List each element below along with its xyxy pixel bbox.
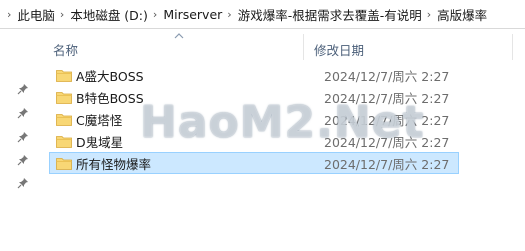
pin-icon[interactable] xyxy=(17,83,29,95)
pin-icon[interactable] xyxy=(17,131,29,143)
breadcrumb-chevron-icon[interactable]: › xyxy=(422,8,437,21)
file-row[interactable]: A盛大BOSS 2024/12/7/周六 2:27 xyxy=(49,64,459,86)
breadcrumb-chevron-icon[interactable]: › xyxy=(55,8,70,21)
breadcrumb-chevron-icon[interactable]: › xyxy=(2,8,17,21)
sort-ascending-icon xyxy=(172,30,186,40)
file-list: A盛大BOSS 2024/12/7/周六 2:27 B特色BOSS 2024/1… xyxy=(49,64,459,174)
file-date: 2024/12/7/周六 2:27 xyxy=(324,90,450,106)
file-name: D鬼域星 xyxy=(76,134,124,150)
pin-icon[interactable] xyxy=(17,107,29,119)
pin-icon[interactable] xyxy=(17,154,29,166)
file-row[interactable]: C魔塔怪 2024/12/7/周六 2:27 xyxy=(49,108,459,130)
column-header: 名称 修改日期 xyxy=(44,30,525,64)
breadcrumb-chevron-icon[interactable]: › xyxy=(222,8,237,21)
column-divider[interactable] xyxy=(512,34,513,60)
breadcrumb-game-drop-rates[interactable]: 游戏爆率-根据需求去覆盖-有说明 xyxy=(238,5,422,24)
breadcrumb-mirserver[interactable]: Mirserver xyxy=(163,7,222,22)
folder-icon xyxy=(56,69,72,82)
breadcrumb-chevron-icon[interactable]: › xyxy=(148,8,163,21)
folder-icon xyxy=(56,91,72,104)
breadcrumb-drive-d[interactable]: 本地磁盘 (D:) xyxy=(70,5,148,24)
file-row[interactable]: D鬼域星 2024/12/7/周六 2:27 xyxy=(49,130,459,152)
file-date: 2024/12/7/周六 2:27 xyxy=(324,134,450,150)
address-bar[interactable]: › 此电脑 › 本地磁盘 (D:) › Mirserver › 游戏爆率-根据需… xyxy=(0,0,525,29)
file-name: A盛大BOSS xyxy=(76,68,144,84)
folder-icon xyxy=(56,135,72,148)
file-date: 2024/12/7/周六 2:27 xyxy=(324,112,450,128)
file-name: 所有怪物爆率 xyxy=(76,156,152,172)
pin-icon[interactable] xyxy=(17,177,29,189)
column-divider[interactable] xyxy=(303,34,304,60)
file-date: 2024/12/7/周六 2:27 xyxy=(324,68,450,84)
file-row[interactable]: B特色BOSS 2024/12/7/周六 2:27 xyxy=(49,86,459,108)
file-date: 2024/12/7/周六 2:27 xyxy=(324,156,450,172)
column-date-header[interactable]: 修改日期 xyxy=(314,40,364,59)
folder-icon xyxy=(56,157,72,170)
breadcrumb-high-version-rates[interactable]: 高版爆率 xyxy=(437,5,487,24)
column-name-header[interactable]: 名称 xyxy=(53,40,78,59)
file-name: B特色BOSS xyxy=(76,90,144,106)
file-row-selected[interactable]: 所有怪物爆率 2024/12/7/周六 2:27 xyxy=(49,152,459,174)
folder-icon xyxy=(56,113,72,126)
file-name: C魔塔怪 xyxy=(76,112,123,128)
breadcrumb-this-pc[interactable]: 此电脑 xyxy=(17,5,55,24)
navigation-pane xyxy=(0,30,44,251)
